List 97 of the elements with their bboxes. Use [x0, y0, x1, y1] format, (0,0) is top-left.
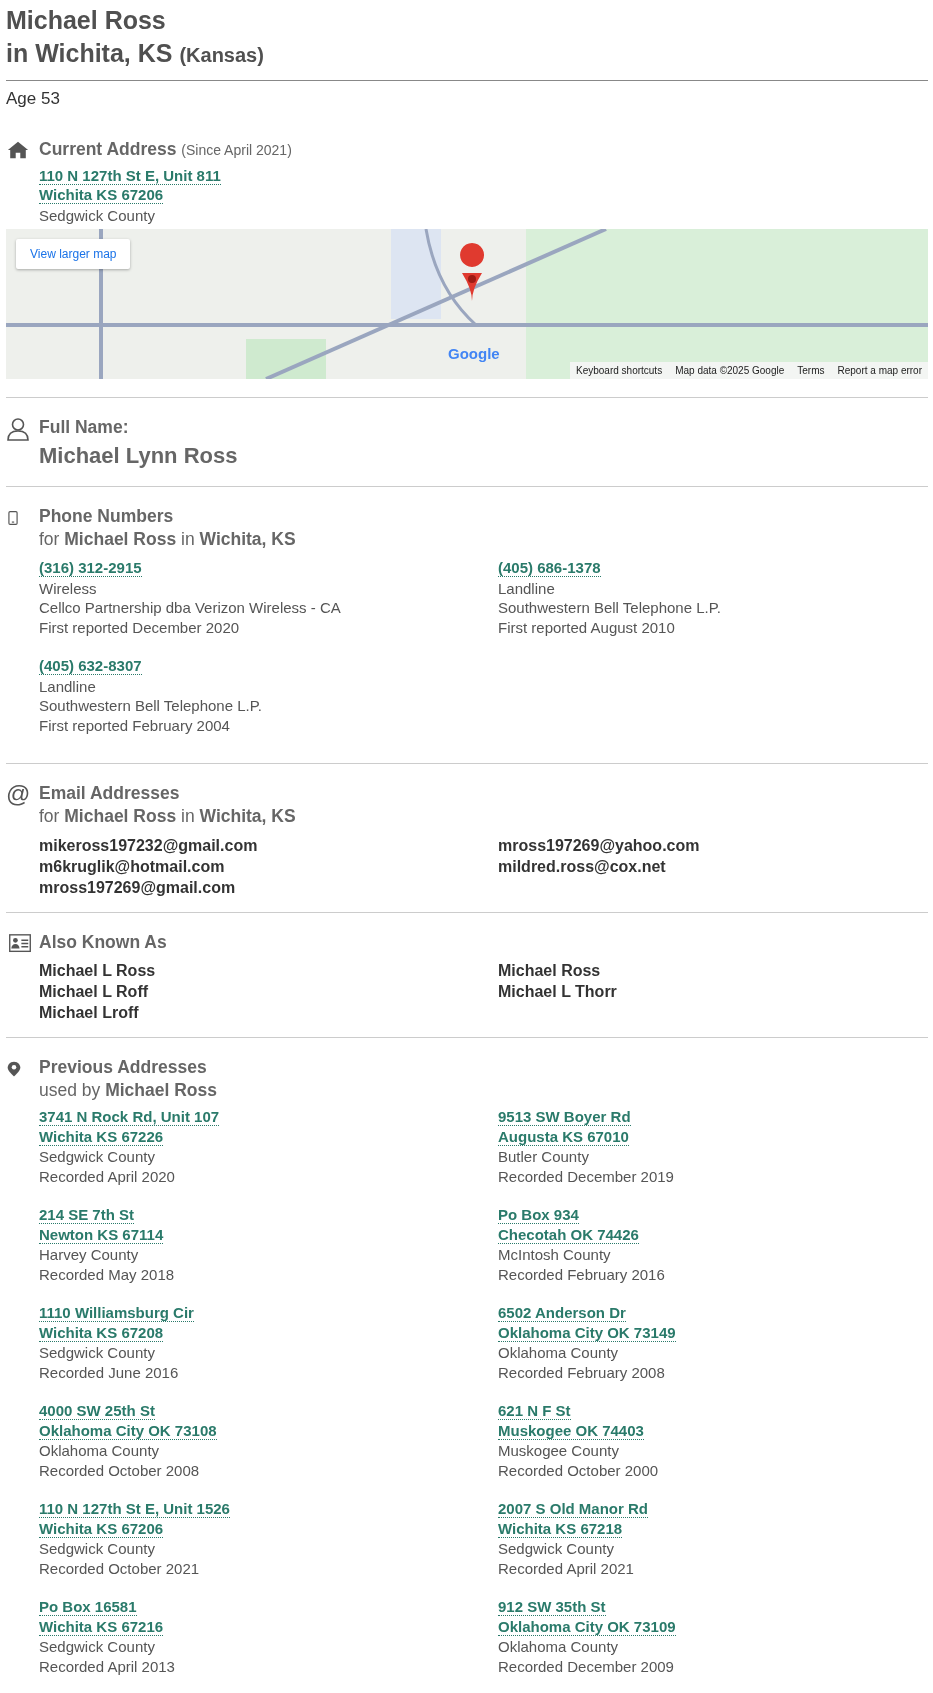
alias-name: Michael Lroff [39, 1003, 140, 1023]
recorded-date: Recorded October 2021 [39, 1558, 201, 1578]
section-title: Also Known As [39, 931, 168, 954]
age-text: Age 53 [6, 88, 61, 110]
at-sign-icon: @ [6, 780, 31, 807]
reported-date: First reported August 2010 [498, 617, 676, 637]
recorded-date: Recorded December 2019 [498, 1166, 675, 1186]
recorded-date: Recorded April 2021 [498, 1558, 635, 1578]
recorded-date: Recorded February 2008 [498, 1362, 666, 1382]
address-link[interactable]: 912 SW 35th St [498, 1598, 606, 1616]
alias-name: Michael L Ross [39, 961, 157, 981]
section-subtitle: for Michael Ross in Wichita, KS [39, 805, 297, 828]
county-text: Sedgwick County [498, 1539, 615, 1559]
county-text: Muskogee County [498, 1441, 620, 1461]
county-text: Sedgwick County [39, 1637, 156, 1657]
carrier-text: Cellco Partnership dba Verizon Wireless - CA [39, 598, 342, 618]
id-card-icon [6, 932, 34, 955]
map-footer-link[interactable]: Terms [797, 363, 825, 378]
county-text: Butler County [498, 1147, 590, 1167]
person-icon [6, 416, 30, 442]
since-date: (Since April 2021) [181, 141, 292, 158]
address-link[interactable]: Wichita KS 67206 [39, 1519, 164, 1538]
full-name: Michael Lynn Ross [39, 442, 239, 470]
address-link[interactable]: 2007 S Old Manor Rd [498, 1500, 649, 1518]
address-link[interactable]: Oklahoma City OK 73149 [498, 1323, 676, 1342]
recorded-date: Recorded October 2008 [39, 1460, 201, 1480]
county-text: Sedgwick County [39, 1539, 156, 1559]
carrier-text: Southwestern Bell Telephone L.P. [39, 696, 263, 716]
recorded-date: Recorded December 2009 [498, 1656, 675, 1676]
email-address: mildred.ross@cox.net [498, 857, 667, 877]
address-link[interactable]: Oklahoma City OK 73108 [39, 1421, 217, 1440]
section-subtitle: for Michael Ross in Wichita, KS [39, 528, 297, 551]
address-link[interactable]: Augusta KS 67010 [498, 1127, 629, 1146]
address-link[interactable]: Newton KS 67114 [39, 1225, 164, 1244]
address-link[interactable]: 1110 Williamsburg Cir [39, 1304, 194, 1322]
section-title: Phone Numbers [39, 505, 175, 528]
county-text: Oklahoma County [39, 1441, 161, 1461]
county-text: Sedgwick County [39, 1147, 156, 1167]
state-label: (Kansas) [179, 44, 264, 66]
map-logo: Google [448, 344, 500, 364]
phone-link[interactable]: (405) 686-1378 [498, 559, 601, 577]
email-address: m6kruglik@hotmail.com [39, 857, 226, 877]
phone-link[interactable]: (316) 312-2915 [39, 559, 142, 577]
address-link[interactable]: Wichita KS 67218 [498, 1519, 623, 1538]
phone-link[interactable]: (405) 632-8307 [39, 657, 142, 675]
email-address: mross197269@gmail.com [39, 878, 237, 898]
county-text: Sedgwick County [39, 205, 156, 225]
address-link[interactable]: Muskogee OK 74403 [498, 1421, 644, 1440]
page-title: Michael Ross [6, 5, 167, 36]
county-text: Oklahoma County [498, 1637, 620, 1657]
address-link[interactable]: 621 N F St [498, 1402, 571, 1420]
address-link[interactable]: Po Box 934 [498, 1206, 579, 1224]
county-text: Oklahoma County [498, 1343, 620, 1363]
recorded-date: Recorded May 2018 [39, 1264, 176, 1284]
carrier-text: Southwestern Bell Telephone L.P. [498, 598, 722, 618]
address-link[interactable]: Checotah OK 74426 [498, 1225, 639, 1244]
address-link[interactable]: Oklahoma City OK 73109 [498, 1617, 676, 1636]
address-link[interactable]: Wichita KS 67206 [39, 186, 164, 204]
address-link[interactable]: 4000 SW 25th St [39, 1402, 155, 1420]
address-link[interactable]: 214 SE 7th St [39, 1206, 135, 1224]
county-text: McIntosh County [498, 1245, 612, 1265]
phone-type: Landline [498, 578, 556, 598]
county-text: Sedgwick County [39, 1343, 156, 1363]
address-link[interactable]: 9513 SW Boyer Rd [498, 1108, 631, 1126]
reported-date: First reported December 2020 [39, 617, 241, 637]
address-link[interactable]: Wichita KS 67208 [39, 1323, 164, 1342]
phone-type: Landline [39, 676, 97, 696]
phone-type: Wireless [39, 578, 98, 598]
recorded-date: Recorded February 2016 [498, 1264, 666, 1284]
recorded-date: Recorded October 2000 [498, 1460, 660, 1480]
address-link[interactable]: Wichita KS 67226 [39, 1127, 164, 1146]
map-footer-link[interactable]: Report a map error [837, 363, 922, 378]
recorded-date: Recorded April 2020 [39, 1166, 176, 1186]
alias-name: Michael L Roff [39, 982, 150, 1002]
section-subtitle: used by Michael Ross [39, 1079, 218, 1102]
county-text: Harvey County [39, 1245, 140, 1265]
section-title: Current Address [39, 138, 177, 159]
location-title: in Wichita, KS [6, 39, 173, 67]
view-map-button[interactable]: View larger map [16, 239, 131, 269]
email-address: mikeross197232@gmail.com [39, 836, 259, 856]
address-link[interactable]: Wichita KS 67216 [39, 1617, 164, 1636]
section-title: Full Name: [39, 416, 130, 439]
recorded-date: Recorded June 2016 [39, 1362, 180, 1382]
reported-date: First reported February 2004 [39, 715, 231, 735]
section-title: Email Addresses [39, 782, 181, 805]
address-link[interactable]: 110 N 127th St E, Unit 1526 [39, 1500, 230, 1518]
address-link[interactable]: 3741 N Rock Rd, Unit 107 [39, 1108, 220, 1126]
alias-name: Michael Ross [498, 961, 602, 981]
address-link[interactable]: 110 N 127th St E, Unit 811 [39, 166, 221, 185]
address-link[interactable]: 6502 Anderson Dr [498, 1304, 626, 1322]
map-footer-link[interactable]: Map data ©2025 Google [675, 363, 785, 378]
section-title: Previous Addresses [39, 1056, 208, 1079]
email-address: mross197269@yahoo.com [498, 836, 701, 856]
map-footer-link[interactable]: Keyboard shortcuts [576, 363, 663, 378]
address-link[interactable]: Po Box 16581 [39, 1598, 137, 1616]
alias-name: Michael L Thorr [498, 982, 618, 1002]
recorded-date: Recorded April 2013 [39, 1656, 176, 1676]
